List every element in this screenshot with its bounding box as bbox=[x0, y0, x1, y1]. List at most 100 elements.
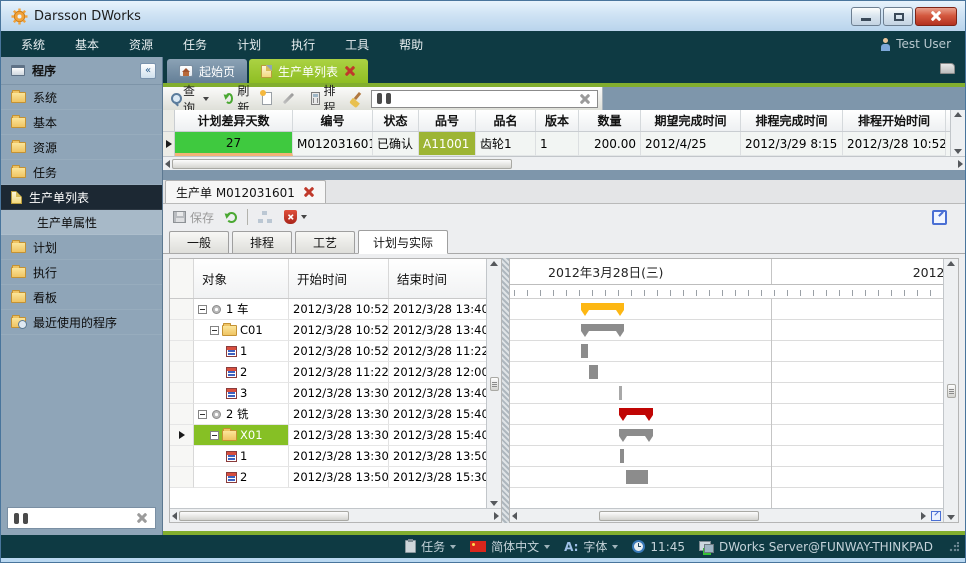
menu-task[interactable]: 任务 bbox=[183, 36, 207, 53]
scrollbar-thumb[interactable] bbox=[172, 159, 512, 169]
collapse-toggle-icon[interactable] bbox=[210, 431, 219, 440]
new-button[interactable] bbox=[260, 91, 274, 106]
tab-home[interactable]: 起始页 bbox=[167, 59, 247, 83]
gantt-bar[interactable] bbox=[581, 303, 624, 310]
relation-button[interactable] bbox=[256, 210, 274, 224]
detail-refresh-button[interactable] bbox=[224, 211, 239, 224]
resize-grip[interactable] bbox=[949, 542, 959, 552]
gantt-row[interactable] bbox=[510, 404, 943, 425]
sidebar-item-production-order-props[interactable]: 生产单属性 bbox=[1, 210, 162, 235]
sidebar-item-execute[interactable]: 执行 bbox=[1, 260, 162, 285]
tree-row-op-2b[interactable]: 2 2012/3/28 13:50 2012/3/28 15:30 bbox=[170, 467, 486, 488]
sidebar-item-production-order-list[interactable]: 生产单列表 bbox=[1, 185, 162, 210]
tab-production-order-list[interactable]: 生产单列表 bbox=[249, 59, 368, 83]
tree-row-workcenter-2[interactable]: 2 铣 2012/3/28 13:30 2012/3/28 15:40 bbox=[170, 404, 486, 425]
table-row[interactable]: 27 M012031601 已确认 A11001 齿轮1 1 200.00 20… bbox=[163, 132, 950, 156]
doc-tab-close-icon[interactable] bbox=[303, 187, 315, 198]
col-sched-finish[interactable]: 排程完成时间 bbox=[741, 110, 843, 131]
gantt-bar[interactable] bbox=[589, 365, 598, 379]
collapse-toggle-icon[interactable] bbox=[198, 305, 207, 314]
clear-search-icon[interactable] bbox=[135, 512, 149, 524]
menu-basic[interactable]: 基本 bbox=[75, 36, 99, 53]
col-item-name[interactable]: 品名 bbox=[476, 110, 536, 131]
gantt-bar[interactable] bbox=[581, 344, 588, 358]
menu-execute[interactable]: 执行 bbox=[291, 36, 315, 53]
tree-row-op-1[interactable]: 1 2012/3/28 10:52 2012/3/28 11:22 bbox=[170, 341, 486, 362]
scroll-left-icon[interactable] bbox=[165, 160, 170, 168]
menu-system[interactable]: 系统 bbox=[21, 36, 45, 53]
scroll-up-icon[interactable] bbox=[954, 112, 962, 117]
col-end-time[interactable]: 结束时间 bbox=[389, 259, 486, 298]
collapse-toggle-icon[interactable] bbox=[210, 326, 219, 335]
tree-vertical-scrollbar[interactable] bbox=[486, 259, 501, 508]
sidebar-search-input[interactable] bbox=[34, 511, 129, 525]
gantt-row[interactable] bbox=[510, 341, 943, 362]
gantt-row[interactable] bbox=[510, 446, 943, 467]
gantt-popout-button[interactable] bbox=[928, 508, 943, 522]
col-qty[interactable]: 数量 bbox=[579, 110, 641, 131]
scrollbar-thumb[interactable] bbox=[947, 384, 956, 398]
split-handle[interactable] bbox=[502, 258, 509, 523]
gantt-row[interactable] bbox=[510, 467, 943, 488]
sidebar-item-task[interactable]: 任务 bbox=[1, 160, 162, 185]
scroll-left-icon[interactable] bbox=[512, 512, 517, 520]
sidebar-collapse-button[interactable]: « bbox=[140, 63, 156, 79]
col-plan-diff-days[interactable]: 计划差异天数 bbox=[175, 110, 293, 131]
sidebar-item-recent-programs[interactable]: 最近使用的程序 bbox=[1, 310, 162, 335]
col-status[interactable]: 状态 bbox=[373, 110, 419, 131]
clear-search-icon[interactable] bbox=[578, 93, 592, 105]
scroll-down-icon[interactable] bbox=[490, 501, 498, 506]
minimize-button[interactable] bbox=[851, 7, 881, 26]
tree-row-resource-c01[interactable]: C01 2012/3/28 10:52 2012/3/28 13:40 bbox=[170, 320, 486, 341]
close-button[interactable] bbox=[915, 7, 957, 26]
tab-close-icon[interactable] bbox=[344, 66, 356, 77]
gantt-row[interactable] bbox=[510, 425, 943, 446]
col-object[interactable]: 对象 bbox=[194, 259, 289, 298]
sidebar-item-board[interactable]: 看板 bbox=[1, 285, 162, 310]
gantt-vertical-scrollbar[interactable] bbox=[943, 259, 958, 522]
gantt-horizontal-scrollbar[interactable] bbox=[510, 508, 928, 522]
scroll-down-icon[interactable] bbox=[954, 149, 962, 154]
col-expect-finish[interactable]: 期望完成时间 bbox=[641, 110, 741, 131]
col-start-time[interactable]: 开始时间 bbox=[289, 259, 389, 298]
list-search-input[interactable] bbox=[396, 91, 573, 106]
status-font-menu[interactable]: A: 字体 bbox=[564, 538, 618, 555]
scrollbar-thumb[interactable] bbox=[490, 377, 499, 391]
cancel-confirm-button[interactable] bbox=[282, 209, 309, 225]
status-language-menu[interactable]: 简体中文 bbox=[470, 538, 550, 555]
scroll-down-icon[interactable] bbox=[947, 515, 955, 520]
gantt-bar[interactable] bbox=[619, 408, 653, 415]
tree-row-op-2[interactable]: 2 2012/3/28 11:22 2012/3/28 12:00 bbox=[170, 362, 486, 383]
grid-horizontal-scrollbar[interactable] bbox=[163, 156, 965, 170]
col-item-no[interactable]: 品号 bbox=[419, 110, 476, 131]
sidebar-item-system[interactable]: 系统 bbox=[1, 85, 162, 110]
menu-tools[interactable]: 工具 bbox=[345, 36, 369, 53]
subtab-plan-vs-actual[interactable]: 计划与实际 bbox=[358, 230, 448, 254]
tree-row-op-1b[interactable]: 1 2012/3/28 13:30 2012/3/28 13:50 bbox=[170, 446, 486, 467]
gantt-row[interactable] bbox=[510, 383, 943, 404]
tree-horizontal-scrollbar[interactable] bbox=[170, 508, 501, 522]
tree-row-op-3[interactable]: 3 2012/3/28 13:30 2012/3/28 13:40 bbox=[170, 383, 486, 404]
menu-help[interactable]: 帮助 bbox=[399, 36, 423, 53]
scroll-left-icon[interactable] bbox=[172, 512, 177, 520]
menu-plan[interactable]: 计划 bbox=[237, 36, 261, 53]
col-code[interactable]: 编号 bbox=[293, 110, 373, 131]
gantt-row[interactable] bbox=[510, 362, 943, 383]
collapse-toggle-icon[interactable] bbox=[198, 410, 207, 419]
scrollbar-thumb[interactable] bbox=[179, 511, 349, 521]
gantt-bar[interactable] bbox=[620, 449, 624, 463]
gantt-row[interactable] bbox=[510, 320, 943, 341]
clean-button[interactable] bbox=[347, 91, 365, 107]
popout-icon[interactable] bbox=[932, 210, 947, 225]
edit-button[interactable] bbox=[280, 96, 297, 101]
sidebar-item-plan[interactable]: 计划 bbox=[1, 235, 162, 260]
window-list-icon[interactable] bbox=[940, 63, 955, 74]
col-version[interactable]: 版本 bbox=[536, 110, 579, 131]
save-button[interactable]: 保存 bbox=[171, 208, 216, 227]
scroll-right-icon[interactable] bbox=[958, 160, 963, 168]
scroll-right-icon[interactable] bbox=[921, 512, 926, 520]
gantt-bar[interactable] bbox=[619, 429, 653, 436]
scroll-right-icon[interactable] bbox=[494, 512, 499, 520]
gantt-bar[interactable] bbox=[619, 386, 622, 400]
scrollbar-thumb[interactable] bbox=[599, 511, 759, 521]
